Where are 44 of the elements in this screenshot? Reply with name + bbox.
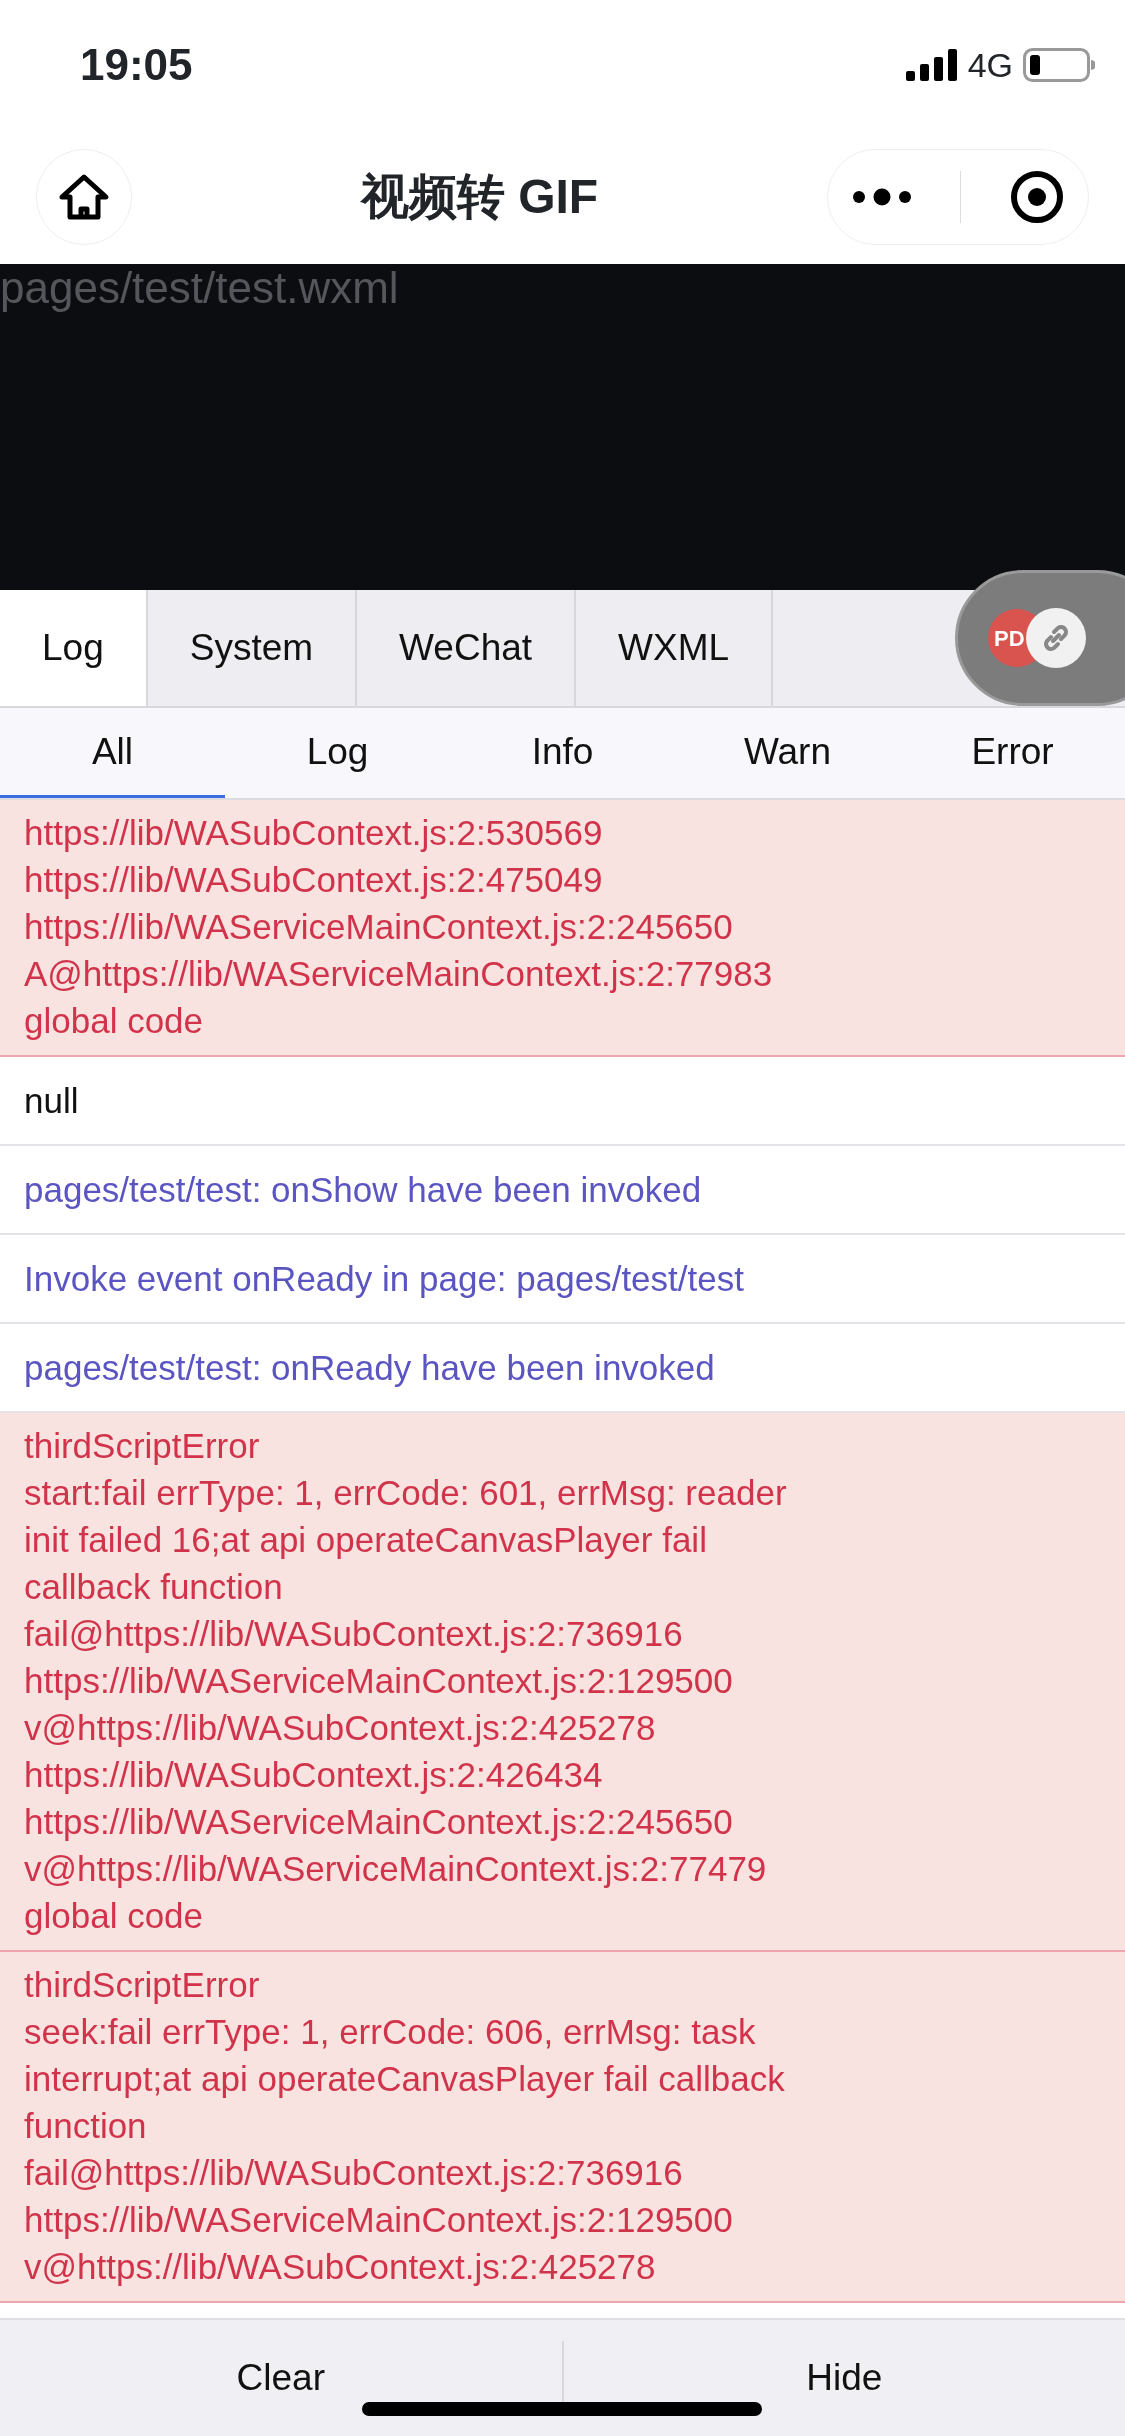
- battery-icon: [1023, 48, 1095, 82]
- page-title: 视频转 GIF: [360, 169, 599, 225]
- log-line: Invoke event onReady in page: pages/test/test: [24, 1258, 745, 1300]
- preview-text: pages/test/test.wxml: [0, 264, 399, 313]
- network-label: 4G: [967, 44, 1013, 86]
- log-line: seek:fail errType: 1, errCode: 606, errMsg: task: [24, 2011, 757, 2053]
- floating-button[interactable]: PD: [955, 570, 1125, 706]
- log-line: https://lib/WASubContext.js:2:426434: [24, 1754, 604, 1796]
- log-line: function: [24, 2105, 148, 2147]
- signal-icon: [905, 49, 958, 81]
- log-line: null: [24, 1080, 80, 1122]
- log-line: start:fail errType: 1, errCode: 601, errMsg: reader: [24, 1472, 788, 1514]
- footer-button[interactable]: Clear: [0, 2320, 562, 2436]
- log-line: thirdScriptError: [24, 1964, 261, 2006]
- log-line: https://lib/WAServiceMainContext.js:2:245650: [24, 1801, 734, 1843]
- close-icon[interactable]: [1009, 170, 1064, 224]
- log-line: A@https://lib/WAServiceMainContext.js:2:77983: [24, 953, 774, 995]
- log-line: pages/test/test: onShow have been invoked: [24, 1169, 703, 1211]
- log-line: https://lib/WASubContext.js:2:475049: [24, 859, 604, 901]
- log-line: https://lib/WASubContext.js:2:530569: [24, 812, 604, 854]
- log-line: thirdScriptError: [24, 1425, 261, 1467]
- status-time: 19:05: [80, 39, 193, 91]
- home-icon: [58, 173, 110, 221]
- log-line: v@https://lib/WAServiceMainContext.js:2:77479: [24, 1848, 768, 1890]
- log-line: global code: [24, 1895, 205, 1937]
- filter-tab[interactable]: Error: [900, 708, 1125, 798]
- footer-button[interactable]: Hide: [563, 2320, 1125, 2436]
- filter-tab[interactable]: Log: [225, 708, 450, 798]
- tab[interactable]: Log: [0, 590, 148, 706]
- log-line: v@https://lib/WASubContext.js:2:425278: [24, 2246, 657, 2288]
- filter-tab[interactable]: Info: [450, 708, 675, 798]
- log-line: callback function: [24, 1566, 284, 1608]
- log-line: https://lib/WAServiceMainContext.js:2:129500: [24, 2199, 734, 2241]
- log-line: pages/test/test: onReady have been invoked: [24, 1347, 716, 1389]
- log-line: init failed 16;at api operateCanvasPlayer fail: [24, 1519, 708, 1561]
- log-line: v@https://lib/WASubContext.js:2:425278: [24, 1707, 657, 1749]
- log-line: global code: [24, 1000, 205, 1042]
- log-line: fail@https://lib/WASubContext.js:2:736916: [24, 1613, 684, 1655]
- log-line: interrupt;at api operateCanvasPlayer fail callback: [24, 2058, 786, 2100]
- log-line: https://lib/WAServiceMainContext.js:2:245650: [24, 906, 734, 948]
- more-icon[interactable]: [852, 188, 913, 206]
- log-line: https://lib/WAServiceMainContext.js:2:129500: [24, 1660, 734, 1702]
- filter-tab[interactable]: Warn: [675, 708, 900, 798]
- log-line: fail@https://lib/WASubContext.js:2:736916: [24, 2152, 684, 2194]
